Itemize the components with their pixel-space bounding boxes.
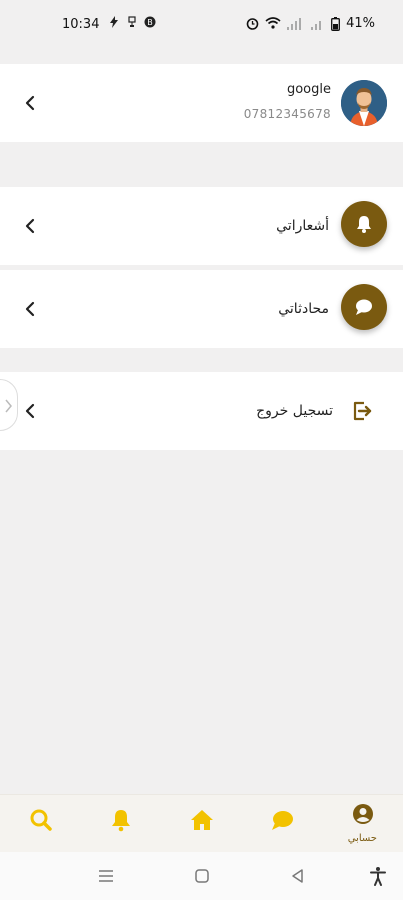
accessibility-icon[interactable] [368,866,388,886]
nav-account[interactable] [350,801,376,827]
trophy-icon [128,16,136,27]
logout-label: تسجيل خروج [256,403,333,419]
battery-icon [331,16,341,31]
nav-notifications[interactable] [108,807,134,833]
nav-account-label: حسابي [347,833,377,844]
flash-icon [110,16,118,28]
app-notification-icon: B [144,16,156,28]
chevron-left-icon [25,403,35,419]
alarm-icon [246,18,259,30]
avatar[interactable] [341,80,387,126]
chat-icon [272,811,293,830]
nav-home[interactable] [189,807,215,833]
notifications-label: أشعاراتي [276,218,329,234]
chats-label: محادثاتي [278,301,329,317]
chevron-left-icon [25,218,35,234]
system-navigation-bar [0,852,403,900]
bell-icon [112,810,130,832]
signal-icon-2 [311,20,322,30]
status-system-icons: 41% [246,16,375,31]
account-icon [353,804,373,824]
chevron-right-icon [5,399,12,413]
chats-icon-badge [341,284,387,330]
profile-name: google [286,82,331,97]
logout-row[interactable]: تسجيل خروج [0,372,403,450]
bell-icon [357,216,371,233]
chats-row[interactable]: محادثاتي [0,270,403,348]
notifications-row[interactable]: أشعاراتي [0,187,403,265]
svg-text:B: B [147,18,153,27]
chevron-left-icon [25,301,35,317]
chevron-left-icon [25,95,35,111]
chat-bubble-icon [356,299,372,315]
logout-icon [353,401,372,421]
battery-percent: 41% [346,16,375,31]
search-icon [30,809,52,831]
status-time: 10:34 [62,17,100,32]
profile-row[interactable]: google 07812345678 [0,64,403,142]
profile-phone: 07812345678 [243,107,331,121]
nav-chats[interactable] [269,807,295,833]
back-icon[interactable] [288,866,308,886]
home-icon [191,810,213,830]
status-notification-icons: B [108,16,156,28]
recent-apps-icon[interactable] [96,866,116,886]
wifi-icon [265,17,281,29]
signal-icon [287,17,302,30]
notifications-icon-badge [341,201,387,247]
home-button-icon[interactable] [192,866,212,886]
bottom-navigation: حسابي [0,794,403,852]
status-bar: 10:34 B 41% [0,0,403,52]
nav-search[interactable] [28,807,54,833]
user-avatar-icon [341,80,387,126]
